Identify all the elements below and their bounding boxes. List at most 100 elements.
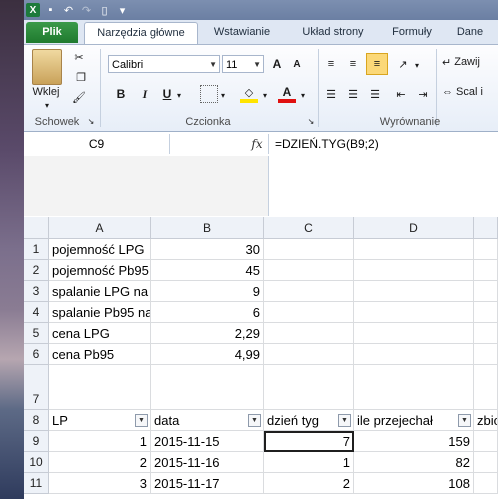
tab-data[interactable]: Dane (448, 22, 492, 43)
cell-d1[interactable] (354, 239, 474, 260)
align-right-icon[interactable]: ☰ (366, 85, 384, 103)
row-header[interactable]: 6 (24, 344, 49, 365)
borders-dropdown-icon[interactable]: ▾ (218, 89, 228, 101)
undo-icon[interactable]: ↶ (61, 3, 76, 18)
cell-b4[interactable]: 6 (151, 302, 264, 323)
cell-d5[interactable] (354, 323, 474, 344)
wrap-text-button[interactable]: ↵ Zawij (442, 53, 498, 71)
cell-c3[interactable] (264, 281, 354, 302)
row-header[interactable]: 1 (24, 239, 49, 260)
tab-page-layout[interactable]: Układ strony (288, 22, 378, 43)
cell-e7[interactable] (474, 365, 498, 410)
cell-b11[interactable]: 2015-11-17 (151, 473, 264, 494)
align-left-icon[interactable]: ☰ (322, 85, 340, 103)
cell-b10[interactable]: 2015-11-16 (151, 452, 264, 473)
cell-c1[interactable] (264, 239, 354, 260)
insert-function-button[interactable]: fx (246, 134, 268, 154)
cell-c6[interactable] (264, 344, 354, 365)
row-header[interactable]: 7 (24, 365, 49, 410)
cell-b9[interactable]: 2015-11-15 (151, 431, 264, 452)
cell-b7[interactable] (151, 365, 264, 410)
redo-icon[interactable]: ↷ (79, 3, 94, 18)
align-middle-icon[interactable]: ≡ (344, 55, 362, 73)
excel-icon[interactable]: X (26, 3, 40, 17)
cell-a7[interactable] (49, 365, 151, 410)
cell-e11[interactable] (474, 473, 498, 494)
tab-file[interactable]: Plik (26, 22, 78, 43)
paste-dropdown-icon[interactable]: ▾ (42, 101, 52, 110)
cell-e2[interactable] (474, 260, 498, 281)
cell-e10[interactable] (474, 452, 498, 473)
font-color-dropdown-icon[interactable]: ▾ (298, 89, 308, 101)
cell-e1[interactable] (474, 239, 498, 260)
font-name-combo[interactable]: Calibri ▼ (108, 55, 220, 73)
row-header[interactable]: 8 (24, 410, 49, 431)
cell-e6[interactable] (474, 344, 498, 365)
cell-b3[interactable]: 9 (151, 281, 264, 302)
tab-insert[interactable]: Wstawianie (202, 22, 282, 43)
formula-edit-area[interactable] (268, 156, 498, 216)
select-all-corner[interactable] (24, 217, 49, 239)
cell-a2[interactable]: pojemność Pb95 (49, 260, 151, 281)
cell-c8[interactable]: dzień tyg ▼ (264, 410, 354, 431)
cut-icon[interactable]: ✂ (70, 49, 88, 65)
cell-d9[interactable]: 159 (354, 431, 474, 452)
cell-b8[interactable]: data ▼ (151, 410, 264, 431)
font-size-combo[interactable]: 11 ▼ (222, 55, 264, 73)
cell-d4[interactable] (354, 302, 474, 323)
align-center-icon[interactable]: ☰ (344, 85, 362, 103)
row-header[interactable]: 4 (24, 302, 49, 323)
cell-d6[interactable] (354, 344, 474, 365)
column-header-a[interactable]: A (49, 217, 151, 239)
cell-c11[interactable]: 2 (264, 473, 354, 494)
formula-input[interactable]: =DZIEŃ.TYG(B9;2) (268, 134, 379, 154)
cell-a4[interactable]: spalanie Pb95 na (49, 302, 151, 323)
borders-icon[interactable] (200, 85, 218, 103)
cell-a5[interactable]: cena LPG (49, 323, 151, 344)
cell-a11[interactable]: 3 (49, 473, 151, 494)
filter-dropdown-icon[interactable]: ▼ (458, 414, 471, 427)
decrease-indent-icon[interactable]: ⇤ (392, 85, 410, 103)
bold-button[interactable]: B (112, 85, 130, 103)
tab-formulas[interactable]: Formuły (384, 22, 440, 43)
merge-center-button[interactable]: ⇔ Scal i (442, 83, 498, 101)
row-header[interactable]: 5 (24, 323, 49, 344)
active-cell-c9[interactable]: 7 (264, 431, 354, 452)
tab-home[interactable]: Narzędzia główne (84, 22, 198, 44)
row-header[interactable]: 9 (24, 431, 49, 452)
cell-a9[interactable]: 1 (49, 431, 151, 452)
cell-c5[interactable] (264, 323, 354, 344)
cell-d7[interactable] (354, 365, 474, 410)
cell-b2[interactable]: 45 (151, 260, 264, 281)
align-top-icon[interactable]: ≡ (322, 55, 340, 73)
increase-indent-icon[interactable]: ⇥ (414, 85, 432, 103)
cell-e5[interactable] (474, 323, 498, 344)
row-header[interactable]: 10 (24, 452, 49, 473)
cell-e8[interactable]: zbio (474, 410, 498, 431)
paste-icon[interactable] (32, 49, 62, 85)
increase-font-size-button[interactable]: A (268, 55, 286, 73)
italic-button[interactable]: I (136, 85, 154, 103)
cell-a10[interactable]: 2 (49, 452, 151, 473)
cell-d8[interactable]: ile przejechał ▼ (354, 410, 474, 431)
clipboard-launcher-icon[interactable]: ↘ (86, 115, 96, 127)
cell-a6[interactable]: cena Pb95 (49, 344, 151, 365)
cell-c2[interactable] (264, 260, 354, 281)
cell-a3[interactable]: spalanie LPG na (49, 281, 151, 302)
column-header-c[interactable]: C (264, 217, 354, 239)
paste-button[interactable]: Wklej (28, 85, 64, 99)
cell-c4[interactable] (264, 302, 354, 323)
cell-a8[interactable]: LP ▼ (49, 410, 151, 431)
cell-c7[interactable] (264, 365, 354, 410)
save-icon[interactable]: ▪ (43, 3, 58, 18)
column-header-d[interactable]: D (354, 217, 474, 239)
column-header-b[interactable]: B (151, 217, 264, 239)
cell-b5[interactable]: 2,29 (151, 323, 264, 344)
format-painter-icon[interactable]: 🖌 (70, 89, 88, 105)
new-icon[interactable]: ▯ (97, 3, 112, 18)
fill-color-dropdown-icon[interactable]: ▾ (260, 89, 270, 101)
cell-e9[interactable] (474, 431, 498, 452)
row-header[interactable]: 3 (24, 281, 49, 302)
filter-dropdown-icon[interactable]: ▼ (248, 414, 261, 427)
copy-icon[interactable]: ❐ (70, 69, 92, 85)
